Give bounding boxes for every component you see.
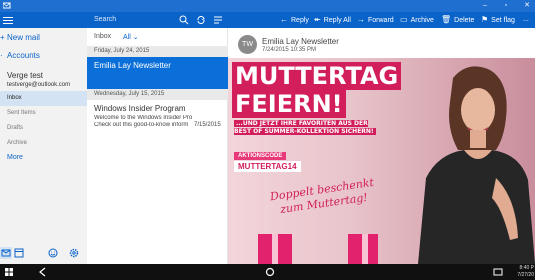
settings-icon[interactable] — [68, 247, 80, 259]
new-mail-button[interactable]: + New mail — [0, 31, 87, 45]
message-subject: Welcome to the Windows Insider Pro — [94, 115, 193, 121]
reply-all-icon: ↞ — [314, 15, 321, 24]
message-date: 7/15/2015 — [194, 122, 221, 128]
promo-code-box: AKTIONSCODE MUTTERTAG14 — [234, 152, 301, 172]
promo-code-label: AKTIONSCODE — [234, 152, 287, 160]
app-switcher-bar — [0, 243, 87, 264]
window-title-bar: – ▫ ✕ — [0, 0, 535, 12]
more-folders-link[interactable]: More — [7, 154, 23, 161]
folder-title: Inbox — [94, 33, 112, 40]
folder-drafts[interactable]: Drafts — [0, 121, 87, 136]
start-icon[interactable] — [4, 267, 14, 277]
received-date: 7/24/2015 10:35 PM — [262, 47, 317, 53]
archive-icon: ▭ — [400, 15, 408, 24]
mail-icon[interactable] — [0, 247, 12, 259]
date-group-header: Friday, July 24, 2015 — [87, 46, 228, 57]
app-icon — [3, 2, 11, 9]
promo-script-text: Doppelt beschenkt zum Muttertag! — [269, 175, 375, 217]
folder-inbox[interactable]: Inbox — [0, 91, 87, 106]
taskbar: 8:40 P 7/27/20 — [0, 264, 535, 280]
navigation-pane: + New mail · Accounts Verge test testver… — [0, 28, 87, 264]
reply-all-button[interactable]: ↞ Reply All — [314, 12, 351, 28]
message-preview: Check out this good-to-know inform — [94, 122, 189, 128]
reply-icon: ← — [280, 15, 288, 24]
promo-code: MUTTERTAG14 — [234, 161, 301, 172]
set-flag-button[interactable]: ⚑ Set flag — [481, 12, 515, 28]
reading-pane: TW Emilia Lay Newsletter 7/24/2015 10:35… — [228, 28, 535, 264]
folder-archive[interactable]: Archive — [0, 136, 87, 151]
account-email: testverge@outlook.com — [7, 82, 71, 88]
nav-header — [0, 12, 87, 28]
delete-button[interactable]: 🗑 Delete — [441, 12, 474, 28]
promo-headline-2: FEIERN! — [232, 90, 346, 118]
plus-icon: + — [0, 33, 5, 42]
message-list: Inbox All ⌄ Friday, July 24, 2015 Emilia… — [87, 28, 228, 264]
search-icon[interactable] — [179, 15, 189, 25]
message-sender: Emilia Lay Newsletter — [94, 61, 171, 70]
forward-icon: → — [357, 15, 365, 24]
search-input[interactable]: Search — [94, 16, 116, 23]
list-header: Inbox All ⌄ — [87, 28, 228, 45]
select-mode-icon[interactable] — [213, 15, 223, 25]
hamburger-menu-icon[interactable] — [3, 15, 13, 25]
person-icon: · — [0, 51, 3, 60]
minimize-button[interactable]: – — [478, 0, 492, 12]
cortana-icon[interactable] — [265, 267, 275, 277]
calendar-icon[interactable] — [13, 247, 25, 259]
gift-box-image — [348, 234, 378, 264]
sender-avatar: TW — [238, 35, 257, 54]
gift-box-image — [258, 234, 292, 264]
search-bar[interactable]: Search — [87, 12, 228, 28]
more-actions-button[interactable]: ... — [523, 12, 529, 28]
system-clock[interactable]: 8:40 P 7/27/20 — [514, 265, 534, 279]
message-item[interactable]: Windows Insider Program Welcome to the W… — [87, 100, 228, 132]
accounts-button[interactable]: · Accounts — [0, 49, 87, 63]
task-view-icon[interactable] — [493, 267, 503, 277]
filter-dropdown[interactable]: All ⌄ — [123, 33, 139, 41]
archive-button[interactable]: ▭ Archive — [400, 12, 434, 28]
reply-button[interactable]: ← Reply — [280, 12, 309, 28]
chevron-down-icon: ⌄ — [132, 34, 139, 41]
forward-button[interactable]: → Forward — [357, 12, 394, 28]
flag-icon: ⚑ — [481, 15, 489, 24]
promo-headline: MUTTERTAG — [232, 62, 402, 90]
back-icon[interactable] — [38, 267, 48, 277]
message-item[interactable]: Emilia Lay Newsletter — [87, 57, 228, 89]
account-name[interactable]: Verge test — [7, 71, 43, 80]
sender-name[interactable]: Emilia Lay Newsletter — [262, 37, 339, 46]
message-toolbar: ← Reply ↞ Reply All → Forward ▭ Archive 🗑 Del… — [228, 12, 535, 28]
close-button[interactable]: ✕ — [520, 0, 534, 12]
newsletter-banner[interactable]: MUTTERTAG FEIERN! ...UND JETZT IHRE FAVO… — [228, 58, 535, 264]
sync-icon[interactable] — [196, 15, 206, 25]
smiley-icon[interactable] — [47, 247, 59, 259]
folder-sent-items[interactable]: Sent Items — [0, 106, 87, 121]
maximize-button[interactable]: ▫ — [499, 0, 513, 12]
trash-icon: 🗑 — [441, 15, 452, 24]
date-group-header: Wednesday, July 15, 2015 — [87, 89, 228, 100]
promo-subline: ...UND JETZT IHRE FAVORITEN AUS DER BEST… — [234, 120, 376, 135]
model-photo — [418, 66, 535, 264]
message-sender: Windows Insider Program — [94, 104, 186, 113]
